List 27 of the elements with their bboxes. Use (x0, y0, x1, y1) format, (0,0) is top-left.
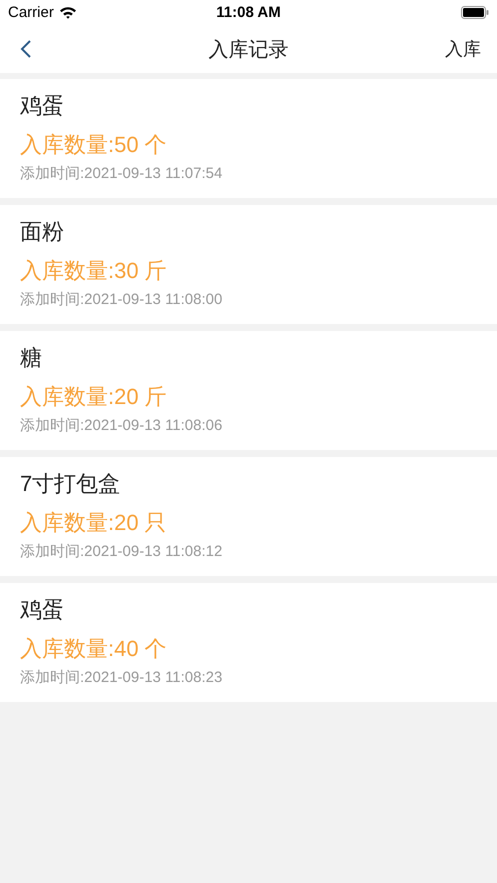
record-card[interactable]: 7寸打包盒 入库数量:20 只 添加时间:2021-09-13 11:08:12 (0, 457, 497, 576)
quantity-text: 入库数量:30 斤 (20, 257, 167, 285)
back-icon[interactable] (20, 39, 32, 59)
item-name: 鸡蛋 (20, 92, 64, 120)
status-time: 11:08 AM (216, 4, 281, 21)
quantity-text: 入库数量:40 个 (20, 635, 167, 663)
record-card[interactable]: 鸡蛋 入库数量:40 个 添加时间:2021-09-13 11:08:23 (0, 583, 497, 702)
added-time: 添加时间:2021-09-13 11:08:12 (20, 542, 222, 562)
stock-in-button[interactable]: 入库 (445, 37, 481, 61)
quantity-text: 入库数量:20 只 (20, 509, 167, 537)
battery-icon (461, 6, 489, 19)
record-card[interactable]: 面粉 入库数量:30 斤 添加时间:2021-09-13 11:08:00 (0, 205, 497, 324)
carrier-name: Carrier (8, 4, 54, 21)
record-card[interactable]: 鸡蛋 入库数量:50 个 添加时间:2021-09-13 11:07:54 (0, 79, 497, 198)
added-time: 添加时间:2021-09-13 11:08:23 (20, 668, 222, 688)
item-name: 鸡蛋 (20, 596, 64, 624)
quantity-text: 入库数量:50 个 (20, 131, 167, 159)
added-time: 添加时间:2021-09-13 11:08:06 (20, 416, 222, 436)
item-name: 7寸打包盒 (20, 470, 120, 498)
item-name: 糖 (20, 344, 42, 372)
added-time: 添加时间:2021-09-13 11:07:54 (20, 164, 222, 184)
quantity-text: 入库数量:20 斤 (20, 383, 167, 411)
page-title: 入库记录 (208, 38, 288, 62)
added-time: 添加时间:2021-09-13 11:08:00 (20, 290, 222, 310)
record-card[interactable]: 糖 入库数量:20 斤 添加时间:2021-09-13 11:08:06 (0, 331, 497, 450)
wifi-icon (58, 6, 77, 19)
item-name: 面粉 (20, 218, 64, 246)
